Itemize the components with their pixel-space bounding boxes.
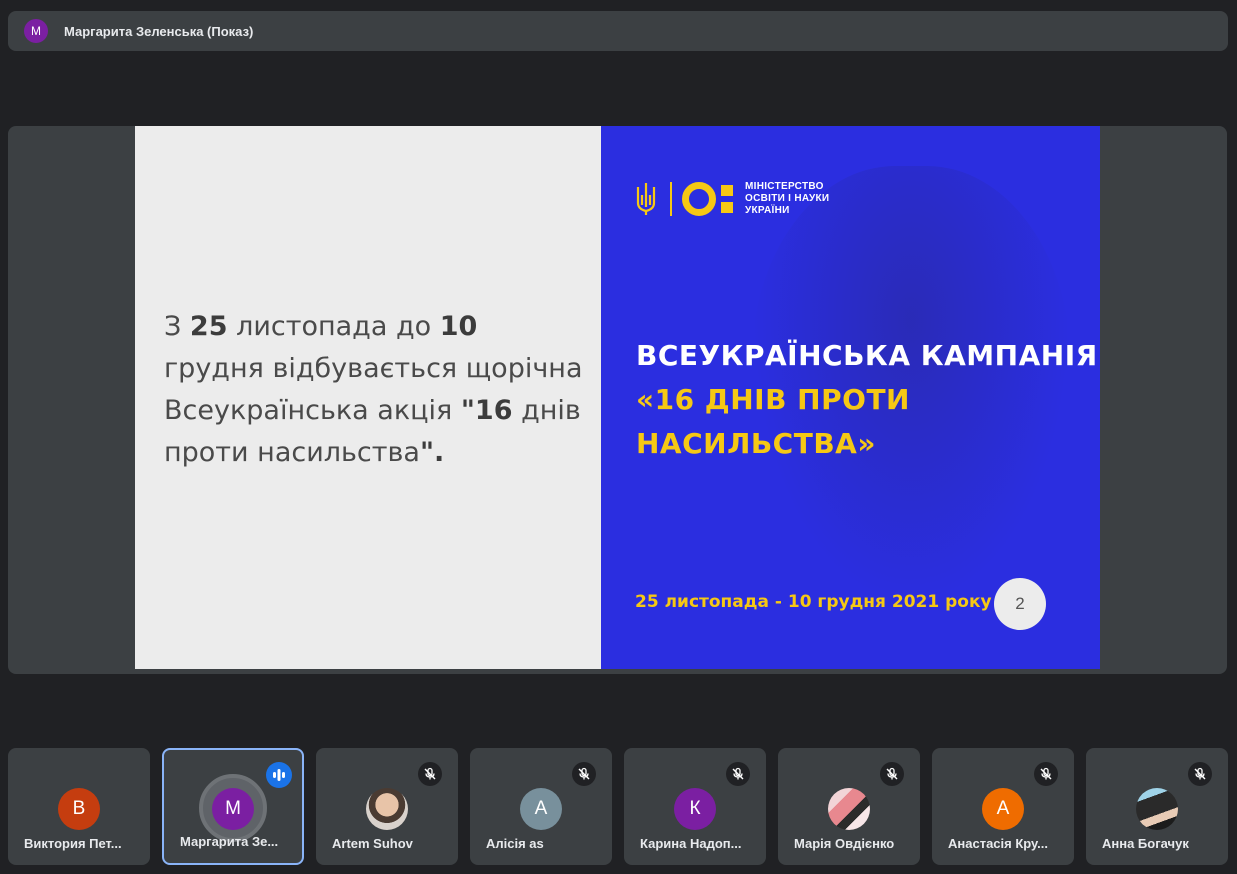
campaign-title-line: ВСЕУКРАЇНСЬКА КАМПАНІЯ <box>636 339 1098 372</box>
participant-name: Карина Надоп... <box>640 836 742 851</box>
presenter-avatar: М <box>24 19 48 43</box>
participant-tile[interactable]: Artem Suhov <box>316 748 458 865</box>
participant-tile[interactable]: В Виктория Пет... <box>8 748 150 865</box>
slide-body-text: З 25 листопада до 10 грудня відбувається… <box>164 306 584 474</box>
slide-text-bold: 10 <box>439 311 478 342</box>
ministry-logo: МІНІСТЕРСТВО ОСВІТИ І НАУКИ УКРАЇНИ <box>634 181 829 217</box>
logo-circle <box>682 182 716 216</box>
slide-text-part: З <box>164 311 190 342</box>
slide-text-bold: 25 <box>189 311 228 342</box>
avatar: А <box>520 788 562 830</box>
participant-tile[interactable]: Марія Овдієнко <box>778 748 920 865</box>
presentation-slide: З 25 листопада до 10 грудня відбувається… <box>135 126 1100 669</box>
slide-text-bold: "16 <box>460 395 513 426</box>
campaign-title: ВСЕУКРАЇНСЬКА КАМПАНІЯ «16 ДНІВ ПРОТИ НА… <box>636 334 1098 466</box>
avatar: М <box>212 788 254 830</box>
participant-name: Марія Овдієнко <box>794 836 895 851</box>
avatar: А <box>982 788 1024 830</box>
avatar-photo <box>366 788 408 830</box>
logo-bars <box>721 185 733 213</box>
participant-name: Маргарита Зе... <box>180 834 279 849</box>
presenter-bar: М Маргарита Зеленська (Показ) <box>8 11 1228 51</box>
participant-name: Анна Богачук <box>1102 836 1189 851</box>
participant-tile[interactable]: Анна Богачук <box>1086 748 1228 865</box>
audio-level-icon <box>266 762 292 788</box>
avatar: В <box>58 788 100 830</box>
avatar-photo <box>828 788 870 830</box>
ministry-name-line: УКРАЇНИ <box>745 205 790 216</box>
trident-icon <box>636 183 656 215</box>
avatar-photo <box>1136 788 1178 830</box>
logo-divider <box>670 182 672 216</box>
presenter-title: Маргарита Зеленська (Показ) <box>64 23 254 39</box>
mic-off-icon <box>880 762 904 786</box>
participant-name: Анастасія Кру... <box>948 836 1048 851</box>
mic-off-icon <box>1188 762 1212 786</box>
avatar: К <box>674 788 716 830</box>
mic-off-icon <box>572 762 596 786</box>
mic-off-icon <box>726 762 750 786</box>
participant-name: Виктория Пет... <box>24 836 122 851</box>
slide-text-bold: ". <box>419 437 445 468</box>
participant-tile[interactable]: А Анастасія Кру... <box>932 748 1074 865</box>
slide-right-panel: МІНІСТЕРСТВО ОСВІТИ І НАУКИ УКРАЇНИ ВСЕУ… <box>601 126 1100 669</box>
participant-name: Алісія as <box>486 836 544 851</box>
mic-off-icon <box>1034 762 1058 786</box>
participant-name: Artem Suhov <box>332 836 413 851</box>
campaign-title-line: НАСИЛЬСТВА» <box>636 427 876 460</box>
ministry-name-line: ОСВІТИ І НАУКИ <box>745 193 830 204</box>
participant-tile[interactable]: А Алісія as <box>470 748 612 865</box>
mic-off-icon <box>418 762 442 786</box>
ministry-name-line: МІНІСТЕРСТВО <box>745 181 824 192</box>
ministry-logo-mark <box>682 182 733 216</box>
slide-left-panel: З 25 листопада до 10 грудня відбувається… <box>135 126 601 669</box>
campaign-title-line: «16 ДНІВ ПРОТИ <box>636 383 910 416</box>
ministry-name: МІНІСТЕРСТВО ОСВІТИ І НАУКИ УКРАЇНИ <box>745 181 829 217</box>
campaign-dates: 25 листопада - 10 грудня 2021 року <box>635 592 992 612</box>
slide-page-number: 2 <box>994 578 1046 630</box>
slide-text-part: листопада до <box>227 311 440 342</box>
participant-tile-active-speaker[interactable]: М Маргарита Зе... <box>162 748 304 865</box>
presentation-tile[interactable]: З 25 листопада до 10 грудня відбувається… <box>8 126 1227 674</box>
participant-tile[interactable]: К Карина Надоп... <box>624 748 766 865</box>
